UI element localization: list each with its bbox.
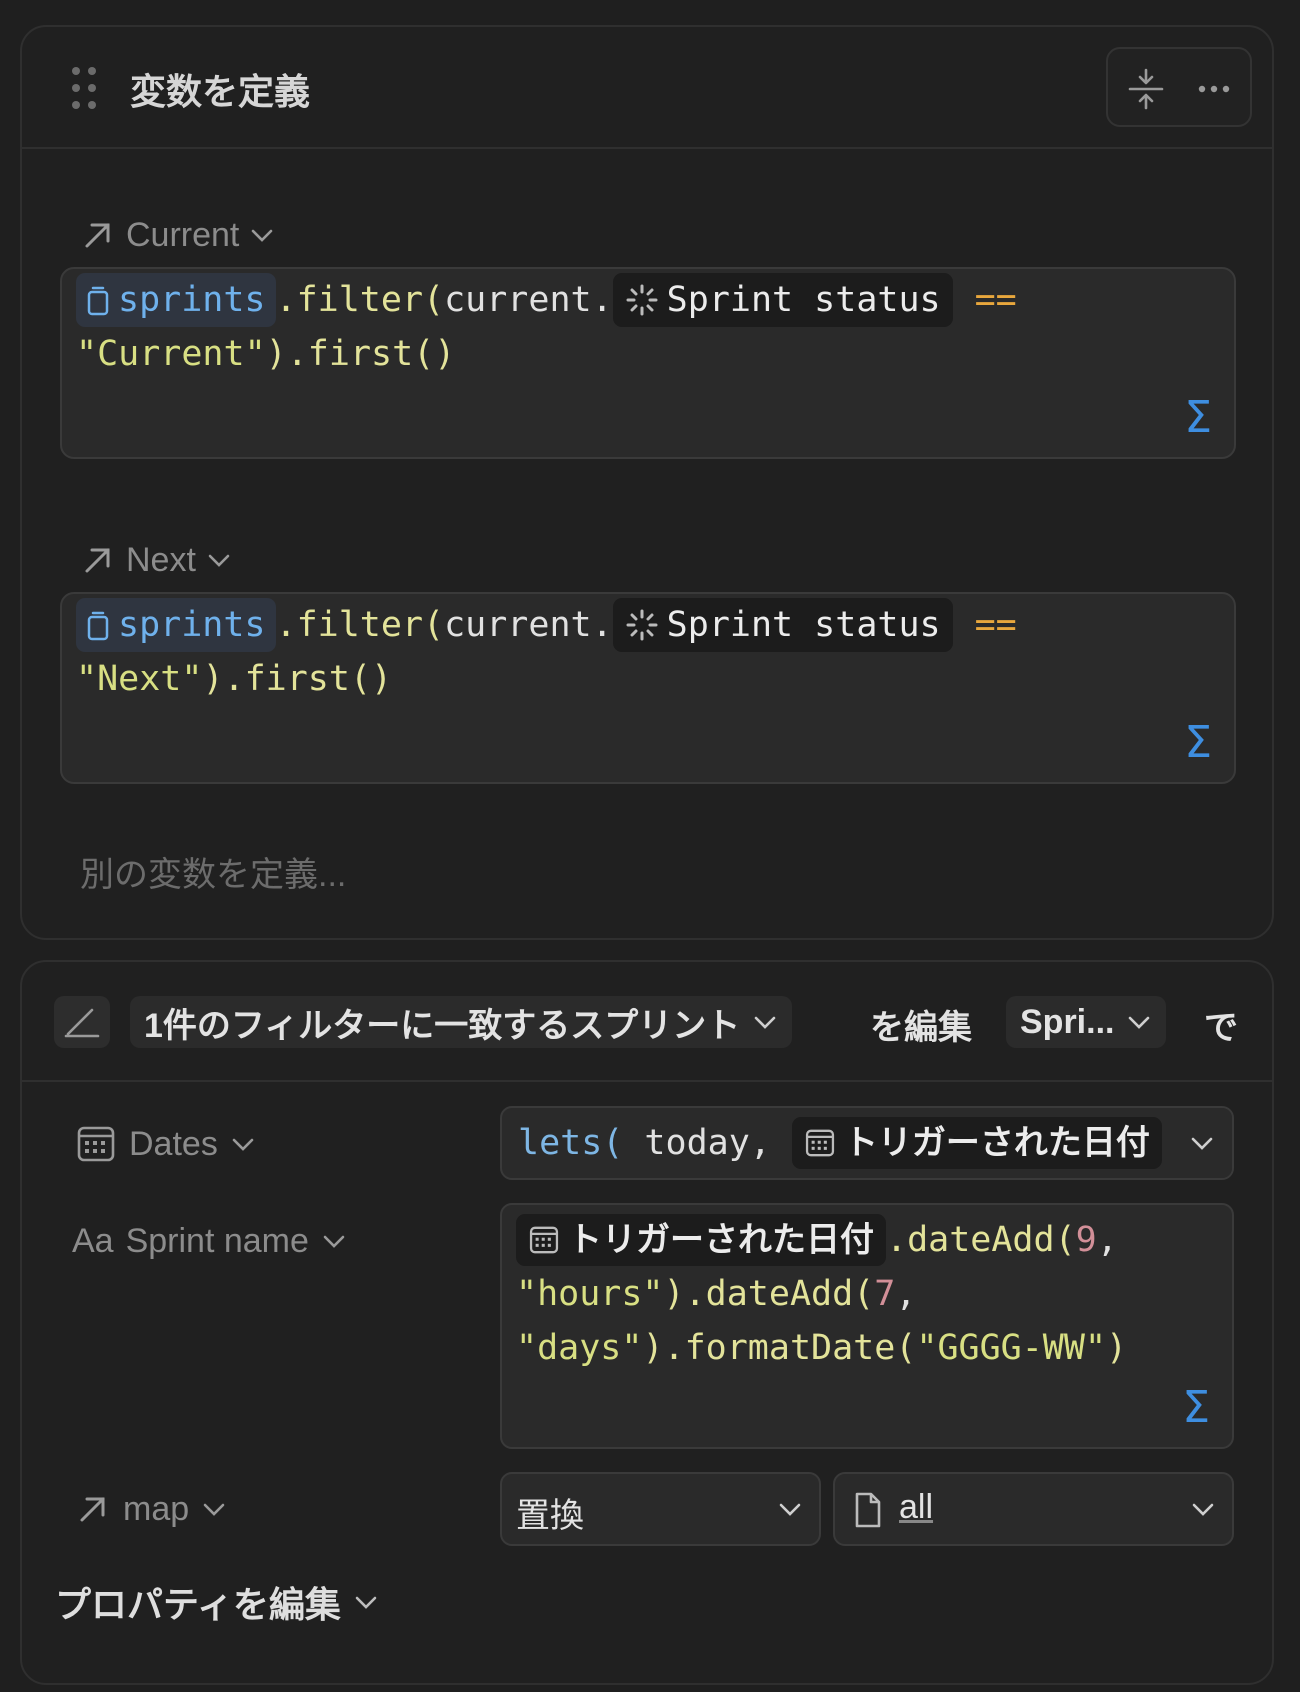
calendar-icon: [805, 1129, 835, 1157]
chevron-down-icon: [1129, 1016, 1150, 1029]
arrow-up-right-icon: [80, 1497, 105, 1522]
formula-line: "hours" ).dateAdd( 7 ,: [516, 1274, 917, 1314]
collapse-icon[interactable]: [1124, 67, 1168, 111]
edit-verb: を編集: [870, 1009, 972, 1047]
map-value-select[interactable]: all: [833, 1472, 1234, 1546]
chevron-down-icon: [754, 1016, 776, 1029]
chevron-down-icon: [232, 1138, 254, 1151]
block-title: 変数を定義: [130, 71, 311, 112]
sigma-icon[interactable]: Σ: [1182, 1382, 1210, 1433]
formula-line: トリガーされた日付 .dateAdd( 9 ,: [516, 1213, 1118, 1267]
formula-line: "Current" ).first(): [76, 334, 456, 374]
database-icon: [87, 286, 109, 316]
property-dates[interactable]: Dates: [75, 1119, 256, 1169]
sigma-icon[interactable]: Σ: [1184, 392, 1212, 443]
add-variable-button[interactable]: 別の変数を定義...: [80, 847, 346, 896]
formula-editor[interactable]: sprints .filter( current. Sprint status …: [60, 267, 1236, 459]
target-pages-dropdown[interactable]: 1件のフィルターに一致するスプリント: [130, 996, 793, 1048]
formula-line: lets( today, トリガーされた日付: [518, 1116, 1162, 1170]
variable-name-current[interactable]: Current: [80, 210, 275, 260]
edit-properties-button[interactable]: プロパティを編集: [55, 1575, 379, 1629]
field-dropdown-area[interactable]: [1172, 1108, 1232, 1178]
dates-formula-field[interactable]: lets( today, トリガーされた日付: [500, 1106, 1234, 1180]
property-sprint-name[interactable]: Aa Sprint name: [72, 1216, 347, 1266]
chevron-down-icon: [252, 229, 273, 242]
property-map[interactable]: map: [75, 1484, 227, 1534]
map-mode-select[interactable]: 置換: [500, 1472, 821, 1546]
text-type-icon: Aa: [72, 1221, 114, 1260]
calendar-icon: [77, 1126, 115, 1162]
trigger-date-chip[interactable]: トリガーされた日付: [516, 1214, 886, 1266]
edit-action-icon-box: [54, 996, 110, 1048]
property-chip[interactable]: Sprint status: [612, 598, 953, 652]
database-icon: [87, 611, 109, 641]
database-chip[interactable]: sprints: [76, 273, 276, 327]
database-chip[interactable]: sprints: [76, 598, 276, 652]
variable-name-next[interactable]: Next: [80, 535, 232, 585]
chevron-down-icon: [779, 1503, 801, 1516]
property-chip[interactable]: Sprint status: [612, 273, 953, 327]
more-options-icon[interactable]: [1192, 67, 1236, 111]
header-suffix: で: [1204, 1009, 1238, 1047]
sprint-name-formula-field[interactable]: トリガーされた日付 .dateAdd( 9 , "hours" ).dateAd…: [500, 1203, 1234, 1449]
pencil-icon: [64, 1008, 100, 1038]
drag-handle-icon[interactable]: [70, 67, 100, 111]
arrow-up-right-icon: [85, 223, 110, 248]
status-icon: [626, 284, 658, 316]
variable-label: Next: [126, 540, 196, 579]
arrow-up-right-icon: [85, 548, 110, 573]
formula-line: sprints .filter( current. Sprint status …: [76, 273, 1017, 327]
block-header: 1件のフィルターに一致するスプリント を編集 Spri... で: [22, 962, 1272, 1082]
block-toolbar: [1106, 47, 1252, 127]
formula-editor[interactable]: sprints .filter( current. Sprint status …: [60, 592, 1236, 784]
chevron-down-icon: [203, 1503, 225, 1516]
trigger-date-chip[interactable]: トリガーされた日付: [791, 1117, 1162, 1169]
variable-label: Current: [126, 215, 240, 254]
sigma-icon[interactable]: Σ: [1184, 717, 1212, 768]
calendar-icon: [529, 1226, 559, 1254]
page-icon: [855, 1492, 881, 1528]
block-header: 変数を定義: [22, 27, 1272, 149]
define-variables-block: 変数を定義 Current sprints .filter(current. …: [20, 25, 1274, 940]
status-icon: [626, 609, 658, 641]
chevron-down-icon: [1192, 1503, 1214, 1516]
database-dropdown[interactable]: Spri...: [1006, 996, 1167, 1048]
chevron-down-icon: [323, 1235, 345, 1248]
chevron-down-icon: [1191, 1137, 1213, 1150]
formula-line: "Next" ).first(): [76, 659, 393, 699]
formula-line: sprints .filter( current. Sprint status …: [76, 598, 1017, 652]
formula-line: "days" ).formatDate( "GGGG-WW" ): [516, 1328, 1128, 1368]
chevron-down-icon: [355, 1596, 377, 1609]
chevron-down-icon: [208, 554, 230, 567]
